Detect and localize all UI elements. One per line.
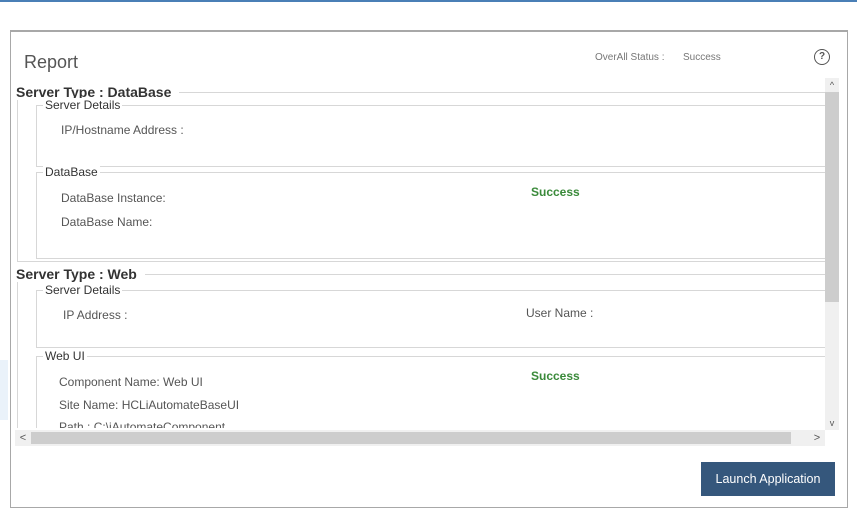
report-scroll-area: Server Type : DataBase Server Details IP… bbox=[15, 78, 825, 428]
web-server-details-group: Server Details IP Address : User Name : bbox=[36, 283, 825, 348]
top-accent-bar bbox=[0, 0, 857, 2]
report-window: Report OverAll Status : Success ? Server… bbox=[10, 30, 848, 508]
overall-status-label: OverAll Status : bbox=[595, 52, 665, 63]
web-site-name: Site Name: HCLiAutomateBaseUI bbox=[59, 398, 240, 412]
horizontal-scroll-thumb[interactable] bbox=[31, 432, 791, 444]
database-server-details-group: Server Details IP/Hostname Address : bbox=[36, 98, 825, 167]
database-group-title: DataBase bbox=[43, 165, 100, 179]
database-name-label: DataBase Name: bbox=[61, 215, 153, 229]
database-server-details-title: Server Details bbox=[43, 98, 123, 112]
database-ip-label: IP/Hostname Address : bbox=[61, 123, 184, 137]
database-section: Server Type : DataBase Server Details IP… bbox=[16, 84, 825, 262]
page-title: Report bbox=[24, 52, 79, 72]
web-component-name: Component Name: Web UI bbox=[59, 375, 203, 389]
web-section: Server Type : Web Server Details IP Addr… bbox=[16, 266, 825, 428]
scroll-right-icon[interactable]: > bbox=[809, 430, 825, 446]
scroll-down-icon[interactable]: v bbox=[825, 416, 839, 430]
database-instance-label: DataBase Instance: bbox=[61, 191, 166, 205]
vertical-scroll-thumb[interactable] bbox=[825, 92, 839, 302]
horizontal-scrollbar[interactable]: < > bbox=[15, 430, 825, 446]
database-group: DataBase Success DataBase Instance: Data… bbox=[36, 165, 825, 259]
overall-status-value: Success bbox=[683, 52, 721, 63]
web-server-details-title: Server Details bbox=[43, 283, 123, 297]
help-icon[interactable]: ? bbox=[814, 49, 830, 65]
web-ui-group-title: Web UI bbox=[43, 349, 87, 363]
web-path: Path : C:\iAutomateComponent bbox=[59, 420, 226, 428]
web-section-title: Server Type : Web bbox=[16, 266, 145, 282]
scroll-up-icon[interactable]: ^ bbox=[825, 78, 839, 92]
database-status: Success bbox=[531, 185, 580, 199]
web-user-name-label: User Name : bbox=[526, 306, 594, 320]
vertical-scrollbar[interactable]: ^ v bbox=[825, 78, 839, 430]
scroll-left-icon[interactable]: < bbox=[15, 430, 31, 446]
left-accent-strip bbox=[0, 360, 8, 420]
web-ui-status: Success bbox=[531, 369, 580, 383]
web-ip-label: IP Address : bbox=[63, 308, 128, 322]
launch-application-button[interactable]: Launch Application bbox=[701, 462, 835, 496]
web-ui-group: Web UI Success Component Name: Web UI Si… bbox=[36, 349, 825, 428]
